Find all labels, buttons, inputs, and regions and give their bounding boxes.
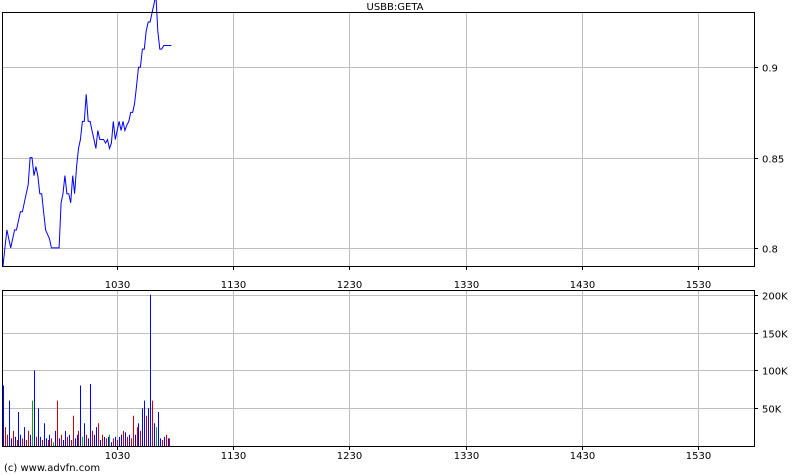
price-x-tick-label: 1030 (105, 280, 130, 291)
volume-y-tick-label: 100K (762, 367, 788, 378)
stock-chart: 0.8 0.85 0.9 1030 1130 1230 1330 1430 1530 USBB… (2, 0, 788, 474)
price-line (2, 0, 172, 267)
price-x-tick-label: 1530 (686, 280, 711, 291)
volume-y-tick-label: 150K (762, 330, 788, 341)
volume-y-ticks: 50K 100K 150K 200K (754, 292, 788, 416)
price-x-ticks: 1030 1130 1230 1330 1430 1530 (105, 266, 711, 291)
price-x-tick-label: 1430 (570, 280, 595, 291)
volume-y-tick-label: 200K (762, 292, 788, 303)
volume-x-tick-label: 1330 (454, 451, 479, 462)
copyright-text: (c) www.advfn.com (4, 463, 100, 474)
price-panel: 0.8 0.85 0.9 1030 1130 1230 1330 1430 1530 USBB… (2, 0, 784, 291)
volume-frame (2, 290, 755, 447)
volume-x-tick-label: 1130 (221, 451, 246, 462)
volume-y-tick-label: 50K (762, 405, 782, 416)
volume-x-tick-label: 1230 (337, 451, 362, 462)
chart-title: USBB:GETA (367, 2, 424, 13)
price-y-tick-label: 0.8 (762, 245, 778, 256)
price-y-ticks: 0.8 0.85 0.9 (754, 64, 784, 256)
volume-gridlines (3, 291, 754, 446)
price-y-tick-label: 0.9 (762, 64, 778, 75)
price-x-tick-label: 1130 (221, 280, 246, 291)
volume-x-tick-label: 1530 (686, 451, 711, 462)
volume-panel: 50K 100K 150K 200K 1030 1130 1230 1330 1430 1530 (2, 290, 788, 462)
volume-x-ticks: 1030 1130 1230 1330 1430 1530 (105, 446, 711, 462)
price-x-tick-label: 1230 (337, 280, 362, 291)
price-series (2, 0, 172, 267)
volume-x-tick-label: 1030 (105, 451, 130, 462)
price-y-tick-label: 0.85 (762, 155, 784, 166)
volume-x-tick-label: 1430 (570, 451, 595, 462)
price-x-tick-label: 1330 (454, 280, 479, 291)
